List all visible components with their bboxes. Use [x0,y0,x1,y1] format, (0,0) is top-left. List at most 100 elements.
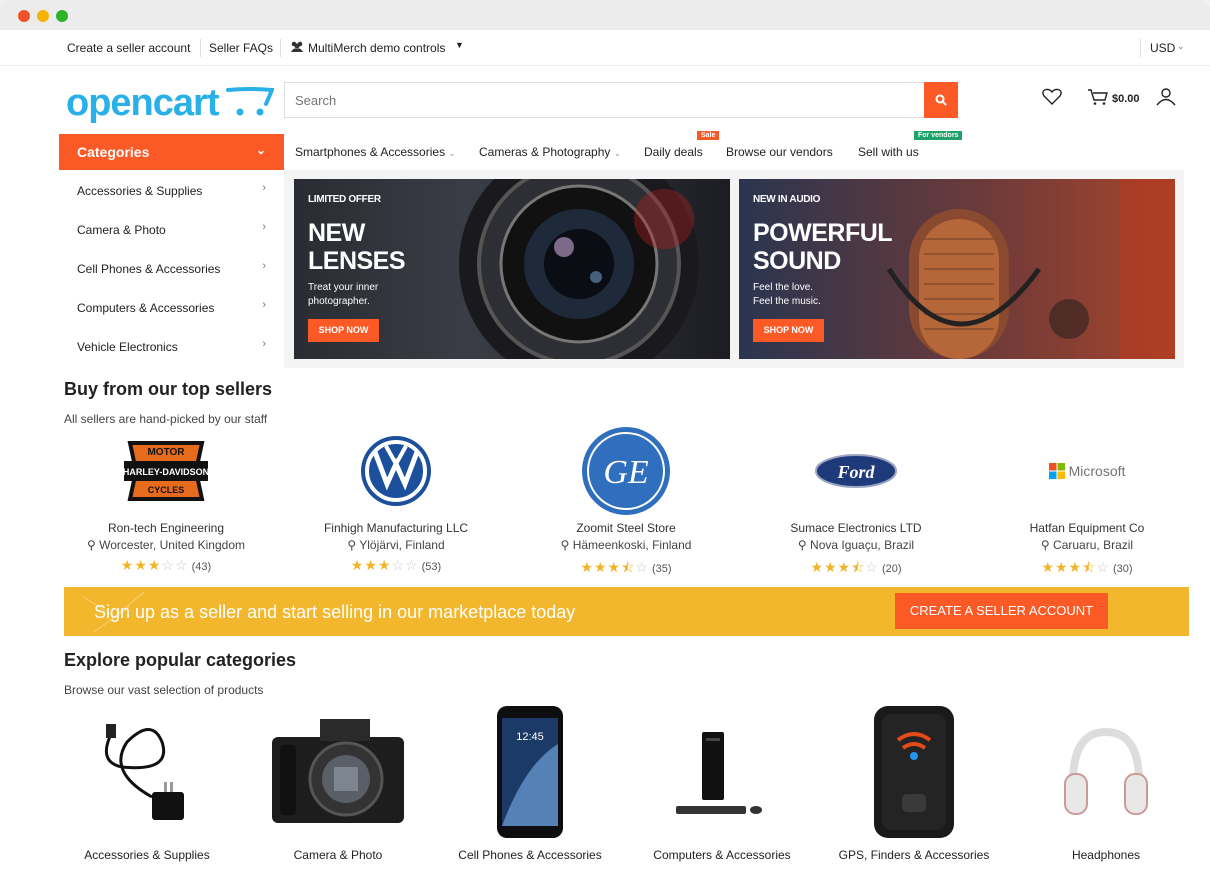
search-icon [935,94,947,106]
category-item-vehicle[interactable]: Vehicle Electronics › [59,326,284,365]
review-count: (53) [421,561,442,573]
logo-main-text: GE [603,454,649,491]
map-marker-icon: ⚲ [797,538,807,552]
seller-card[interactable]: Ford Sumace Electronics LTD ⚲ Nova Iguaç… [746,426,966,581]
popular-category-headphones[interactable]: Headphones [1011,702,1201,862]
top-bar: Create a seller account Seller FAQs Mult… [0,30,1210,66]
logo-top-text: MOTOR [147,447,185,458]
chevron-right-icon: › [262,221,266,233]
seller-name[interactable]: Finhigh Manufacturing LLC [286,521,506,535]
search-button[interactable] [924,82,958,118]
popular-category-camera[interactable]: Camera & Photo [243,702,433,862]
seller-rating: ★★★☆☆ (53) [286,557,506,574]
cart-total: $0.00 [1112,93,1140,105]
cart-button[interactable]: $0.00 [1087,88,1140,109]
users-icon [290,41,304,56]
popular-category-gps[interactable]: GPS, Finders & Accessories [819,702,1009,862]
minimize-dot-icon[interactable] [37,10,49,22]
divider [200,39,201,57]
close-dot-icon[interactable] [18,10,30,22]
seller-location: ⚲ Nova Iguaçu, Brazil [746,538,966,552]
star-full-icon: ★★★ [120,557,162,573]
shop-now-button[interactable]: SHOP NOW [753,319,824,342]
headline-line: LENSES [308,247,406,275]
seller-card[interactable]: MOTOR HARLEY-DAVIDSON CYCLES Ron-tech En… [56,426,276,574]
categories-button[interactable]: Categories ⌄ [59,134,284,170]
logo-text: opencart [66,82,219,124]
star-half-icon: ⯪ [621,559,636,575]
browser-chrome [0,0,1210,30]
category-item-camera[interactable]: Camera & Photo › [59,209,284,248]
seller-logo-harley: MOTOR HARLEY-DAVIDSON CYCLES [56,426,276,516]
seller-logo-microsoft: Microsoft [977,426,1197,516]
popular-categories-title: Explore popular categories [64,650,297,670]
banner-lenses[interactable]: LIMITED OFFER NEW LENSES Treat your inner… [294,179,730,359]
seller-location: ⚲ Hämeenkoski, Finland [516,538,736,552]
review-count: (20) [881,563,902,575]
nav-label: Smartphones & Accessories [295,145,446,159]
wishlist-icon[interactable] [1042,88,1062,109]
popular-category-label: Camera & Photo [293,848,383,862]
maximize-dot-icon[interactable] [56,10,68,22]
seller-faqs-link[interactable]: Seller FAQs [209,41,273,55]
signup-text: Sign up as a seller and start selling in… [94,602,576,622]
subtext-line: Treat your inner [308,282,379,293]
nav-browse-vendors[interactable]: Browse our vendors [726,145,833,159]
chevron-down-icon: ⌄ [613,148,622,158]
lens-image [459,179,699,359]
seller-card[interactable]: Finhigh Manufacturing LLC ⚲ Ylöjärvi, Fi… [286,426,506,574]
star-empty-icon: ☆☆ [161,557,189,573]
banner-sound[interactable]: NEW IN AUDIO POWERFUL SOUND Feel the love… [739,179,1175,359]
nav-smartphones[interactable]: Smartphones & Accessories ⌄ [295,145,456,159]
caret-down-icon: ▼ [455,40,464,50]
category-label: Vehicle Electronics [77,340,178,354]
location-text: Ylöjärvi, Finland [359,538,445,552]
nav-sell-with-us[interactable]: Sell with us [858,145,919,159]
shop-now-button[interactable]: SHOP NOW [308,319,379,342]
account-icon[interactable] [1156,88,1176,109]
nav-daily-deals[interactable]: Daily deals [644,145,703,159]
seller-logo-ford: Ford [746,426,966,516]
headline-line: SOUND [753,247,841,275]
seller-name[interactable]: Ron-tech Engineering [56,521,276,535]
chevron-down-icon: ⌄ [255,143,266,157]
banner-eyebrow: NEW IN AUDIO [753,194,821,205]
seller-name[interactable]: Hatfan Equipment Co [977,521,1197,535]
star-empty-icon: ☆ [1096,559,1110,575]
popular-category-accessories[interactable]: Accessories & Supplies [52,702,242,862]
category-item-accessories[interactable]: Accessories & Supplies › [59,170,284,209]
currency-selector[interactable]: USD [1150,41,1175,55]
logo-main-text: Ford [836,462,875,482]
page: Create a seller account Seller FAQs Mult… [0,30,1210,870]
star-full-icon: ★★★ [350,557,392,573]
star-full-icon: ★★★ [1041,559,1083,575]
create-seller-link[interactable]: Create a seller account [67,41,190,55]
nav-label: Cameras & Photography [479,145,611,159]
category-item-cell-phones[interactable]: Cell Phones & Accessories › [59,248,284,287]
popular-category-cell-phones[interactable]: 12:45 Cell Phones & Accessories [435,702,625,862]
popular-category-computers[interactable]: Computers & Accessories [627,702,817,862]
svg-text:12:45: 12:45 [516,731,544,743]
nav-cameras[interactable]: Cameras & Photography ⌄ [479,145,621,159]
seller-name[interactable]: Zoomit Steel Store [516,521,736,535]
banner-subtext: Feel the love. Feel the music. [753,281,821,309]
seller-logo-ge: GE [516,426,736,516]
create-seller-account-button[interactable]: CREATE A SELLER ACCOUNT [895,593,1108,629]
subtext-line: photographer. [308,296,370,307]
star-empty-icon: ☆ [865,559,879,575]
popular-category-label: Cell Phones & Accessories [458,848,602,862]
seller-location: ⚲ Caruaru, Brazil [977,538,1197,552]
smartphone-image: 12:45 [435,702,625,842]
seller-card[interactable]: Microsoft Hatfan Equipment Co ⚲ Caruaru,… [977,426,1197,581]
seller-rating: ★★★⯪☆ (30) [977,557,1197,581]
seller-name[interactable]: Sumace Electronics LTD [746,521,966,535]
seller-card[interactable]: GE Zoomit Steel Store ⚲ Hämeenkoski, Fin… [516,426,736,581]
demo-controls-link[interactable]: MultiMerch demo controls [308,41,445,55]
search-input[interactable] [285,83,925,117]
chevron-right-icon: › [262,182,266,194]
sale-badge: Sale [697,131,720,140]
category-item-computers[interactable]: Computers & Accessories › [59,287,284,326]
review-count: (35) [651,563,672,575]
cart-icon [1088,89,1108,105]
banner-headline: POWERFUL SOUND [753,219,893,275]
